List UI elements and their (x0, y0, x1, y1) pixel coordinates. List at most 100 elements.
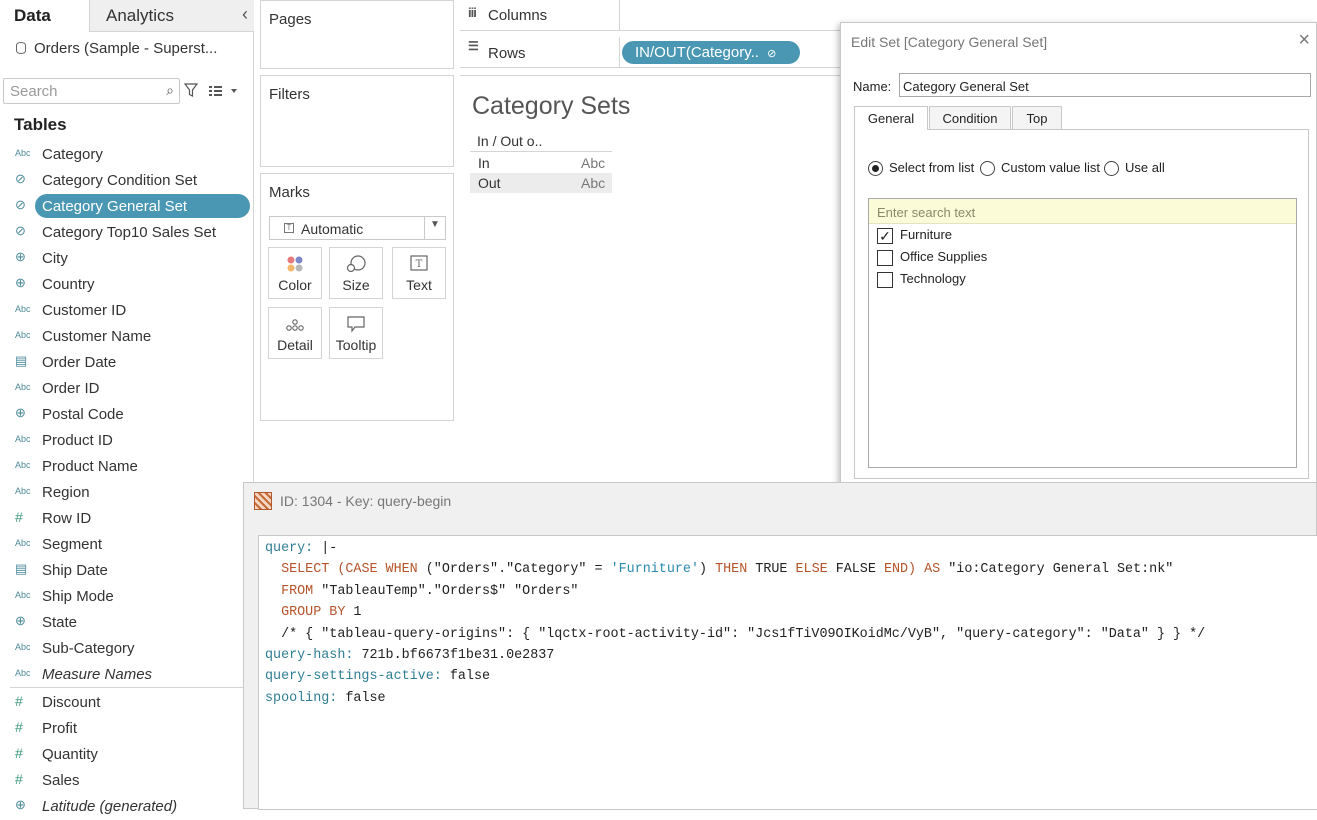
view-row-out[interactable]: Out Abc (470, 173, 612, 193)
filters-title: Filters (269, 86, 310, 103)
key: spooling: (265, 690, 338, 706)
query-text[interactable]: query: |- SELECT (CASE WHEN ("Orders"."C… (258, 535, 1317, 810)
field-item[interactable]: # Quantity (0, 742, 254, 768)
name-field[interactable]: Category General Set (899, 73, 1311, 97)
field-item[interactable]: Abc Segment (0, 532, 254, 558)
tab-general[interactable]: General (854, 106, 928, 130)
tab-top[interactable]: Top (1012, 106, 1062, 129)
string-type-icon: Abc (15, 434, 31, 444)
field-item[interactable]: Abc Customer Name (0, 324, 254, 350)
field-label: Measure Names (42, 666, 153, 683)
filters-card[interactable]: Filters (260, 75, 454, 167)
checkbox-unchecked[interactable] (877, 271, 893, 288)
size-button[interactable]: Size (329, 247, 383, 299)
checkbox-unchecked[interactable] (877, 249, 893, 266)
field-item[interactable]: Abc Product Name (0, 454, 254, 480)
globe-icon: ⊕ (15, 405, 26, 420)
field-label: Discount (42, 694, 101, 711)
tooltip-button[interactable]: Tooltip (329, 307, 383, 359)
field-item[interactable]: ▤ Ship Date (0, 558, 254, 584)
field-label: Sales (42, 772, 80, 789)
field-item[interactable]: ⊕ City (0, 246, 254, 272)
option-label: Use all (1125, 160, 1165, 175)
field-item[interactable]: # Sales (0, 768, 254, 794)
sql-text: 1 (353, 605, 362, 621)
datasource-name: Orders (Sample - Superst... (34, 40, 218, 57)
select-from-list-radio[interactable]: Select from list (868, 160, 974, 177)
globe-icon: ⊕ (15, 613, 26, 628)
mark-type-value: Automatic (301, 221, 364, 237)
field-label: Category Condition Set (42, 172, 198, 189)
field-label: Product Name (42, 458, 138, 475)
close-icon[interactable]: × (1298, 29, 1310, 52)
field-label: City (42, 250, 68, 267)
field-item[interactable]: ⊕ Postal Code (0, 402, 254, 428)
search-input[interactable]: Search ⌕ (3, 78, 180, 104)
field-item[interactable]: ⊘ Category Condition Set (0, 168, 254, 194)
tab-condition[interactable]: Condition (929, 106, 1011, 129)
field-item[interactable]: # Row ID (0, 506, 254, 532)
checkbox-checked[interactable]: ✓ (877, 227, 893, 244)
pages-card[interactable]: Pages (260, 0, 454, 69)
field-item[interactable]: Abc Ship Mode (0, 584, 254, 610)
custom-value-list-radio[interactable]: Custom value list (980, 160, 1100, 177)
field-item[interactable]: ⊘ Category Top10 Sales Set (0, 220, 254, 246)
view-options-icon[interactable] (209, 84, 239, 98)
row-label: Out (478, 175, 501, 191)
field-label: Category General Set (42, 198, 188, 215)
string-type-icon: Abc (15, 668, 31, 678)
rows-pill[interactable]: IN/OUT(Category.. ⊘ (622, 41, 800, 64)
mark-type-dropdown[interactable]: T Automatic ▼ (269, 216, 446, 240)
field-item[interactable]: Abc Category (0, 142, 254, 168)
row-label: In (478, 155, 490, 171)
field-item[interactable]: Abc Region (0, 480, 254, 506)
field-item[interactable]: # Discount (0, 690, 254, 716)
field-item[interactable]: ⊕ State (0, 610, 254, 636)
sql-keyword: END) (883, 562, 917, 578)
sql-keyword: FROM (281, 583, 314, 599)
datasource-item[interactable]: Orders (Sample - Superst... (16, 40, 217, 57)
calendar-icon: ▤ (15, 561, 28, 576)
member-item[interactable]: ✓ Furniture (877, 227, 952, 244)
color-button[interactable]: Color (268, 247, 322, 299)
sql-text: "TableauTemp"."Orders$" "Orders" (321, 583, 579, 599)
field-item[interactable]: ⊕ Country (0, 272, 254, 298)
view-row-in[interactable]: In Abc (470, 153, 612, 173)
tab-analytics[interactable]: Analytics ‹ (89, 0, 254, 32)
columns-label: Columns (488, 7, 548, 24)
text-button[interactable]: T Text (392, 247, 446, 299)
member-search-input[interactable]: Enter search text (869, 199, 1296, 224)
member-item[interactable]: Technology (877, 271, 966, 288)
field-item[interactable]: ▤ Order Date (0, 350, 254, 376)
color-icon (269, 255, 321, 273)
number-type-icon: # (15, 719, 23, 735)
field-item[interactable]: Abc Measure Names (0, 662, 254, 688)
field-label: Product ID (42, 432, 113, 449)
field-item[interactable]: ⊕ Latitude (generated) (0, 794, 254, 820)
key: query-hash: (265, 647, 354, 663)
marks-title: Marks (269, 184, 310, 201)
tab-data[interactable]: Data (0, 0, 90, 32)
detail-button[interactable]: Detail (268, 307, 322, 359)
field-item[interactable]: Abc Product ID (0, 428, 254, 454)
field-item[interactable]: Abc Customer ID (0, 298, 254, 324)
field-item[interactable]: ⊘ Category General Set (0, 194, 254, 220)
radio-unselected (1104, 161, 1119, 177)
column-header[interactable]: In / Out o.. (477, 133, 542, 149)
sql-text: ("Orders"."Category" = (425, 562, 603, 578)
string-type-icon: Abc (15, 590, 31, 600)
member-item[interactable]: Office Supplies (877, 249, 987, 266)
app-icon (254, 492, 272, 510)
field-item[interactable]: Abc Order ID (0, 376, 254, 402)
field-item[interactable]: Abc Sub-Category (0, 636, 254, 662)
sql-text: TRUE (755, 562, 788, 578)
field-label: Ship Mode (42, 588, 114, 605)
search-placeholder: Search (10, 83, 58, 100)
view-area: Category Sets In / Out o.. In Abc Out Ab… (460, 75, 860, 485)
globe-icon: ⊕ (15, 249, 26, 264)
datasource-icon (16, 42, 26, 54)
field-item[interactable]: # Profit (0, 716, 254, 742)
use-all-radio[interactable]: Use all (1104, 160, 1165, 177)
filter-icon[interactable] (183, 82, 199, 98)
collapse-pane-icon[interactable]: ‹ (242, 4, 248, 25)
